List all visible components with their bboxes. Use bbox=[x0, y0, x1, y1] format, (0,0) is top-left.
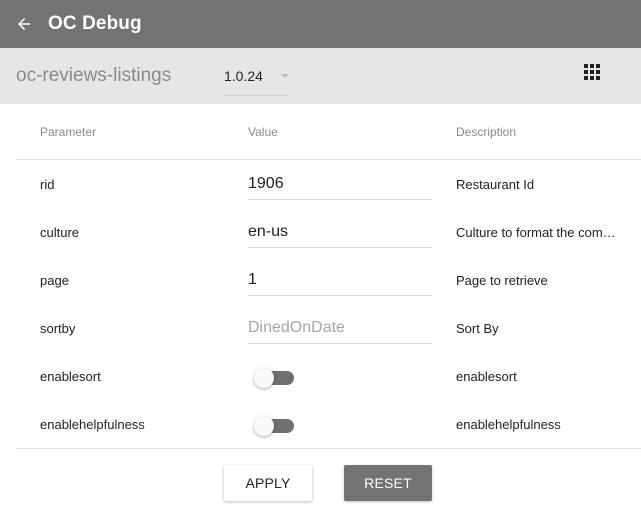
rid-input[interactable] bbox=[248, 168, 432, 200]
reset-button[interactable]: RESET bbox=[344, 465, 432, 501]
apps-grid-icon[interactable] bbox=[584, 64, 600, 80]
culture-input[interactable] bbox=[248, 216, 432, 248]
param-name: culture bbox=[40, 225, 80, 240]
param-name: page bbox=[40, 273, 69, 288]
component-name: oc-reviews-listings bbox=[16, 65, 172, 86]
toggle-thumb bbox=[254, 368, 274, 388]
page-input[interactable] bbox=[248, 264, 432, 296]
arrow-back-icon[interactable] bbox=[15, 15, 33, 33]
table-row-page: page Page to retrieve bbox=[16, 256, 641, 304]
app-bar: OC Debug bbox=[0, 0, 641, 48]
param-name: rid bbox=[40, 177, 55, 192]
header-value: Value bbox=[248, 125, 278, 139]
param-description: Restaurant Id bbox=[456, 177, 535, 192]
component-bar: oc-reviews-listings 1.0.24 bbox=[0, 48, 641, 104]
param-description: Page to retrieve bbox=[456, 273, 548, 288]
param-description: enablehelpfulness bbox=[456, 417, 561, 432]
header-parameter: Parameter bbox=[40, 125, 97, 139]
param-name: enablesort bbox=[40, 369, 101, 384]
table-row-sortby: sortby Sort By bbox=[16, 304, 641, 352]
table-row-enablehelpfulness: enablehelpfulness enablehelpfulness bbox=[16, 400, 641, 448]
table-row-enablesort: enablesort enablesort bbox=[16, 352, 641, 400]
sortby-input[interactable] bbox=[248, 312, 432, 344]
app-title: OC Debug bbox=[48, 13, 142, 34]
param-name: sortby bbox=[40, 321, 76, 336]
table-divider bbox=[16, 448, 641, 449]
toggle-thumb bbox=[254, 416, 274, 436]
table-header: Parameter Value Description bbox=[16, 104, 641, 160]
param-description: Sort By bbox=[456, 321, 499, 336]
parameters-table: Parameter Value Description rid Restaura… bbox=[16, 104, 641, 448]
version-value: 1.0.24 bbox=[224, 68, 263, 84]
param-name: enablehelpfulness bbox=[40, 417, 145, 432]
enablehelpfulness-toggle[interactable] bbox=[254, 415, 294, 436]
header-description: Description bbox=[456, 125, 517, 139]
version-select[interactable]: 1.0.24 bbox=[222, 64, 289, 96]
enablesort-toggle[interactable] bbox=[254, 367, 294, 388]
dropdown-arrow-icon bbox=[281, 74, 289, 78]
param-description: Culture to format the comment dates bbox=[456, 225, 624, 240]
table-row-culture: culture Culture to format the comment da… bbox=[16, 208, 641, 256]
apply-button[interactable]: APPLY bbox=[224, 465, 312, 501]
table-row-rid: rid Restaurant Id bbox=[16, 160, 641, 208]
param-description: enablesort bbox=[456, 369, 517, 384]
